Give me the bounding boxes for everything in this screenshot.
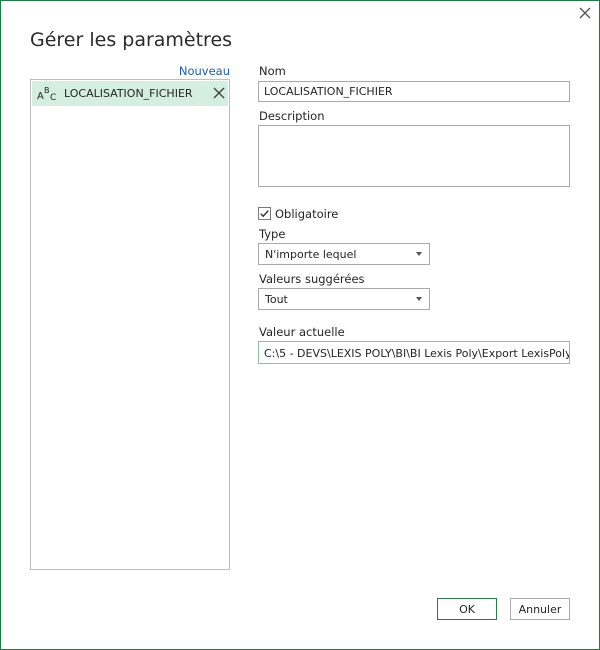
remove-x-icon[interactable] [212,86,226,100]
required-checkbox[interactable] [258,207,271,220]
current-value-input[interactable]: C:\5 - DEVS\LEXIS POLY\BI\BI Lexis Poly\… [258,341,570,364]
text-type-abc-icon: A B C [37,86,56,102]
parameter-list-item[interactable]: A B C LOCALISATION_FICHIER [32,81,228,106]
parameter-name: LOCALISATION_FICHIER [64,87,193,100]
suggested-values-select[interactable]: Tout [258,288,430,310]
current-value-label: Valeur actuelle [259,325,345,339]
cancel-button[interactable]: Annuler [510,598,570,620]
dialog-title: Gérer les paramètres [30,29,233,51]
type-select[interactable]: N'importe lequel [258,243,430,265]
svg-text:C: C [50,93,56,102]
name-label: Nom [259,64,286,78]
description-label: Description [259,109,325,123]
ok-button[interactable]: OK [437,598,497,620]
description-textarea[interactable] [258,125,570,187]
current-value-text: C:\5 - DEVS\LEXIS POLY\BI\BI Lexis Poly\… [264,347,570,360]
chevron-down-icon [416,252,422,256]
suggested-values-select-value: Tout [265,293,288,306]
type-label: Type [259,227,286,241]
required-label: Obligatoire [275,207,339,221]
new-parameter-link[interactable]: Nouveau [161,64,230,78]
type-select-value: N'importe lequel [265,248,357,261]
name-input[interactable] [258,81,570,102]
close-icon[interactable] [575,3,595,23]
svg-text:A: A [37,91,44,102]
suggested-values-label: Valeurs suggérées [259,272,365,286]
parameter-list: A B C LOCALISATION_FICHIER [30,79,230,570]
svg-text:B: B [44,86,50,95]
chevron-down-icon [416,297,422,301]
manage-parameters-dialog: Gérer les paramètres Nouveau A B C LOCAL… [0,0,600,650]
